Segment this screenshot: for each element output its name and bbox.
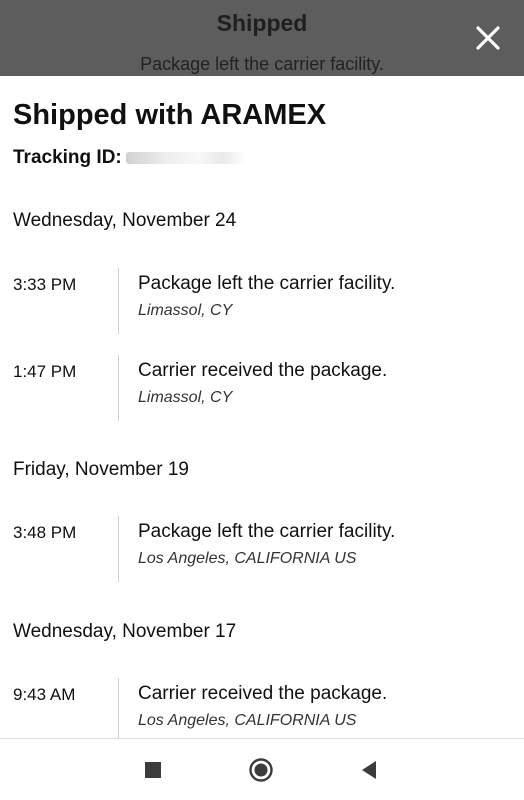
circle-icon: [249, 758, 273, 782]
tracking-sheet: Shipped with ARAMEX Tracking ID: Wednesd…: [0, 76, 524, 738]
event-time: 9:43 AM: [13, 685, 76, 704]
tracking-id-row: Tracking ID:: [13, 147, 246, 169]
event-time: 1:47 PM: [13, 362, 77, 381]
tracking-screen: Shipped Package left the carrier facilit…: [0, 0, 524, 800]
square-icon: [145, 762, 161, 778]
home-button[interactable]: [248, 757, 274, 783]
event-location: Limassol, CY: [138, 389, 233, 406]
event-status: Carrier received the package.: [138, 360, 388, 381]
timeline-divider: [118, 268, 119, 334]
event-time: 3:48 PM: [13, 523, 77, 542]
header-title: Shipped: [216, 10, 308, 36]
tracking-id-redacted: [125, 151, 246, 164]
date-heading: Wednesday, November 24: [13, 210, 237, 231]
recents-button[interactable]: [140, 757, 166, 783]
timeline-divider: [118, 678, 119, 738]
event-location: Los Angeles, CALIFORNIA US: [138, 550, 357, 567]
event-status: Package left the carrier facility.: [138, 273, 396, 294]
android-nav-bar: [0, 738, 524, 800]
event-status: Carrier received the package.: [138, 683, 388, 704]
close-button[interactable]: [470, 20, 506, 56]
event-location: Los Angeles, CALIFORNIA US: [138, 712, 357, 729]
dimmed-header: Shipped Package left the carrier facilit…: [0, 0, 524, 76]
header-subtitle: Package left the carrier facility.: [140, 54, 384, 74]
date-heading: Friday, November 19: [13, 459, 189, 480]
triangle-back-icon: [362, 761, 376, 779]
event-location: Limassol, CY: [138, 302, 233, 319]
back-button[interactable]: [356, 757, 382, 783]
event-time: 3:33 PM: [13, 275, 77, 294]
timeline-divider: [118, 355, 119, 421]
timeline-divider: [118, 516, 119, 582]
carrier-title: Shipped with ARAMEX: [13, 99, 327, 131]
event-status: Package left the carrier facility.: [138, 521, 396, 542]
date-heading: Wednesday, November 17: [13, 621, 237, 642]
close-icon: [476, 26, 500, 50]
tracking-id-label: Tracking ID:: [13, 147, 122, 168]
